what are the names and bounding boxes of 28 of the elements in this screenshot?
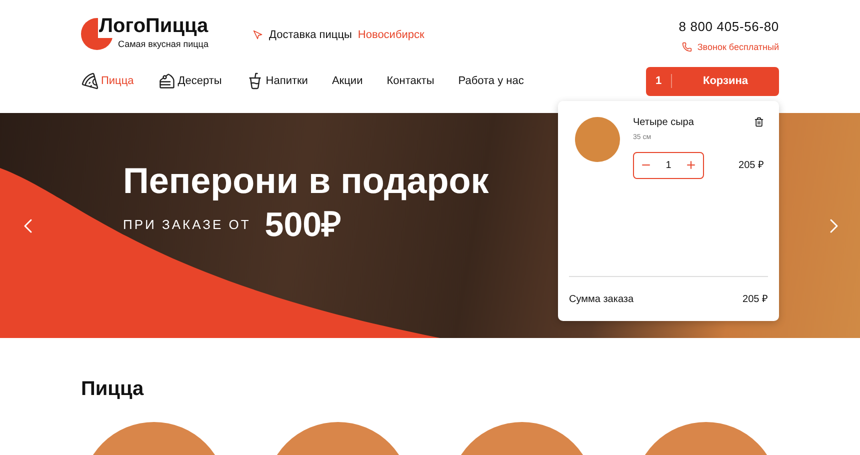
- city-link[interactable]: Новосибирск: [358, 27, 424, 44]
- quantity-value: 1: [666, 158, 672, 172]
- location-arrow-icon: [253, 30, 263, 40]
- nav-link[interactable]: Десерты: [158, 72, 222, 90]
- logo-subtitle: Самая вкусная пицца: [118, 38, 208, 50]
- delete-icon[interactable]: [754, 117, 764, 127]
- banner-amount: 500₽: [264, 205, 342, 245]
- delivery-text: Доставка пиццы: [269, 28, 352, 43]
- total-value: 205 ₽: [742, 292, 768, 306]
- banner-subtitle: ПРИ ЗАКАЗЕ ОТ: [123, 216, 251, 234]
- banner-title: Пеперони в подарок: [123, 159, 489, 203]
- pizza-icon: [81, 72, 99, 90]
- section-title: Пицца: [81, 378, 144, 400]
- nav-link[interactable]: Пицца: [81, 72, 134, 90]
- cart-item-price: 205 ₽: [738, 158, 764, 172]
- nav-link[interactable]: Работа у нас: [458, 72, 524, 90]
- nav-link[interactable]: Контакты: [386, 72, 434, 90]
- phone-number: 8 800 405-56-80: [678, 18, 779, 36]
- cart-item-name: Четыре сыра: [633, 117, 694, 129]
- total-label: Сумма заказа: [569, 292, 634, 306]
- callback-text: Звонок бесплатный: [697, 40, 779, 54]
- nav-link[interactable]: Акции: [332, 72, 363, 90]
- nav-link[interactable]: Напитки: [246, 72, 308, 90]
- cake-icon: [158, 72, 176, 90]
- phone-icon: [682, 42, 692, 52]
- cart-button[interactable]: 1 Корзина: [646, 66, 779, 96]
- pizza-photo: [575, 117, 620, 162]
- plus-icon[interactable]: [685, 159, 697, 171]
